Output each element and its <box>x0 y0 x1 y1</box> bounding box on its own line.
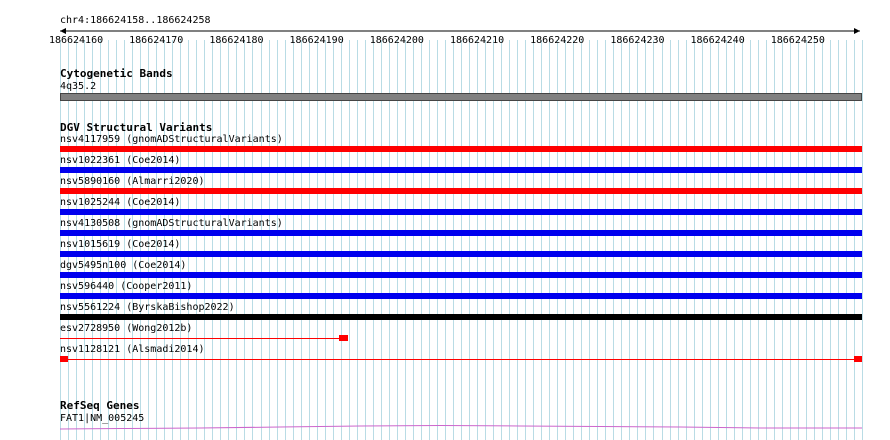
dgv-feature-bar[interactable] <box>60 314 862 320</box>
dgv-feature-bar[interactable] <box>60 167 862 173</box>
cytoband-bar[interactable] <box>60 93 862 101</box>
dgv-feature-label[interactable]: dgv5495n100 (Coe2014) <box>60 260 186 271</box>
dgv-feature-label[interactable]: esv2728950 (Wong2012b) <box>60 323 192 334</box>
ruler-tick-label: 186624250 <box>770 35 825 46</box>
dgv-feature-label[interactable]: nsv1025244 (Coe2014) <box>60 197 180 208</box>
ruler-tick-label: 186624230 <box>610 35 665 46</box>
dgv-feature-label[interactable]: nsv5561224 (ByrskaBishop2022) <box>60 302 235 313</box>
refseq-transcript-line[interactable] <box>0 420 890 440</box>
dgv-feature-bar[interactable] <box>60 293 862 299</box>
genome-browser-view: chr4:186624158..186624258 186624160 18662… <box>0 0 890 440</box>
dgv-feature-block[interactable] <box>60 356 68 362</box>
ruler-tick-label: 186624180 <box>209 35 264 46</box>
ruler-tick-label: 186624200 <box>369 35 424 46</box>
ruler-tick-label: 186624160 <box>48 35 104 46</box>
dgv-feature-label[interactable]: nsv1015619 (Coe2014) <box>60 239 180 250</box>
dgv-feature-label[interactable]: nsv1128121 (Alsmadi2014) <box>60 344 205 355</box>
dgv-feature-bar[interactable] <box>60 188 862 194</box>
ruler-tick-label: 186624220 <box>530 35 585 46</box>
refseq-track-title[interactable]: RefSeq Genes <box>60 400 139 412</box>
dgv-feature-line[interactable] <box>60 359 862 360</box>
dgv-feature-label[interactable]: nsv4117959 (gnomADStructuralVariants) <box>60 134 283 145</box>
dgv-feature-label[interactable]: nsv5890160 (Almarri2020) <box>60 176 205 187</box>
dgv-feature-bar[interactable] <box>60 209 862 215</box>
dgv-feature-block[interactable] <box>338 335 348 341</box>
cytoband-track-title[interactable]: Cytogenetic Bands <box>60 68 173 80</box>
ruler-tick-label: 186624190 <box>289 35 344 46</box>
cytoband-label: 4q35.2 <box>60 81 97 92</box>
ruler-arrow-right-icon <box>854 28 860 34</box>
ruler-tick-label: 186624170 <box>129 35 184 46</box>
dgv-track-title[interactable]: DGV Structural Variants <box>60 122 212 134</box>
dgv-feature-bar[interactable] <box>60 230 862 236</box>
dgv-feature-label[interactable]: nsv4130508 (gnomADStructuralVariants) <box>60 218 283 229</box>
ruler-tick-label: 186624240 <box>690 35 745 46</box>
dgv-feature-label[interactable]: nsv1022361 (Coe2014) <box>60 155 180 166</box>
dgv-feature-bar[interactable] <box>60 146 862 152</box>
dgv-feature-bar[interactable] <box>60 272 862 278</box>
dgv-feature-label[interactable]: nsv596440 (Cooper2011) <box>60 281 192 292</box>
dgv-feature-bar[interactable] <box>60 251 862 257</box>
ruler-arrow-left-icon <box>60 28 66 34</box>
ruler-tick-label: 186624210 <box>449 35 505 46</box>
dgv-feature-block[interactable] <box>854 356 862 362</box>
dgv-feature-line[interactable] <box>60 338 341 339</box>
